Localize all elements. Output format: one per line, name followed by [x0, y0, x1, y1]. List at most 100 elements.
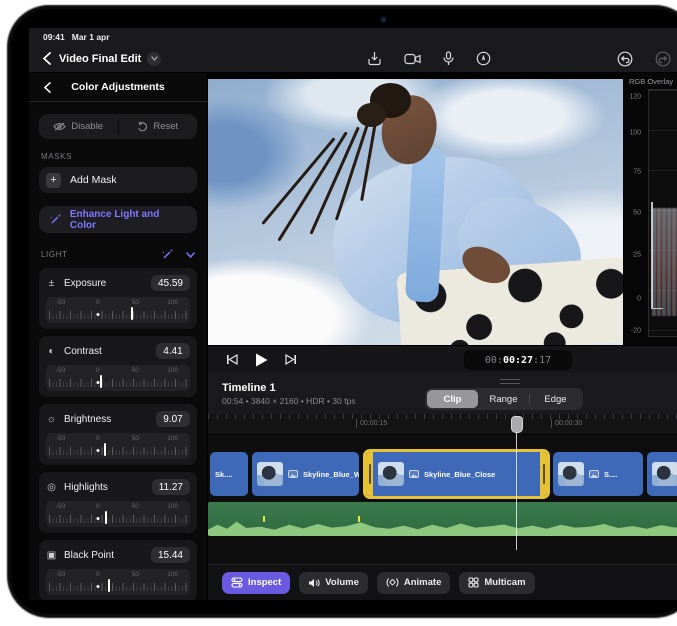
slider-handle[interactable]	[131, 307, 133, 320]
reset-button[interactable]: Reset	[119, 114, 198, 139]
add-mask-button[interactable]: + Add Mask	[39, 167, 197, 193]
timeline-drag-handle[interactable]	[500, 379, 520, 384]
audio-track[interactable]	[208, 502, 677, 536]
scope-title: RGB Overlay	[629, 77, 673, 86]
timeline-clip[interactable]: S....	[553, 452, 643, 496]
playhead[interactable]	[516, 416, 517, 550]
slider-handle[interactable]	[104, 443, 106, 456]
play-button[interactable]	[255, 353, 268, 367]
color-adjustments-panel: Color Adjustments Disable	[29, 73, 208, 600]
exposure-ruler[interactable]: -500 50100	[46, 297, 190, 323]
plus-icon: +	[46, 173, 61, 188]
transport-bar: 00:00:27:17	[208, 345, 677, 373]
scope-chart	[648, 89, 677, 337]
status-date: Mar 1 apr	[72, 32, 110, 42]
rgb-overlay-scope: RGB Overlay 120 100 75 50 25 0	[623, 73, 677, 345]
timeline-header: Timeline 1 00:54 • 3840 × 2160 • HDR • 3…	[208, 373, 677, 414]
contrast-slider: ◐ Contrast 4.41 -500 50100	[39, 336, 197, 397]
ipad-device-frame: 09:41 Mar 1 apr Video Final Edit	[7, 5, 677, 618]
playhead-handle[interactable]	[511, 416, 523, 433]
contrast-value[interactable]: 4.41	[156, 343, 190, 359]
video-subject	[208, 79, 623, 345]
inspect-button[interactable]: Inspect	[222, 572, 290, 594]
slider-handle[interactable]	[100, 375, 102, 388]
black-point-value[interactable]: 15.44	[151, 547, 190, 563]
timeline-clip-selected[interactable]: Skyline_Blue_Close	[366, 452, 547, 496]
eye-off-icon	[53, 122, 66, 131]
import-icon[interactable]	[367, 51, 382, 66]
contrast-ruler[interactable]: -500 50100	[46, 365, 190, 391]
add-mask-label: Add Mask	[70, 174, 117, 186]
enhance-light-color-button[interactable]: Enhance Light and Color	[39, 206, 197, 233]
trim-handle-left[interactable]	[366, 452, 373, 496]
multicam-button[interactable]: Multicam	[459, 572, 534, 594]
black-point-ruler[interactable]: -500 50100	[46, 569, 190, 595]
masks-section-label: MASKS	[41, 152, 197, 161]
back-button[interactable]	[39, 51, 55, 67]
photo-icon	[288, 470, 298, 478]
mode-edge[interactable]: Edge	[530, 390, 581, 408]
enhance-label: Enhance Light and Color	[70, 209, 187, 231]
project-menu-button[interactable]	[147, 52, 161, 66]
magic-wand-icon	[49, 213, 62, 226]
black-point-icon: ▣	[46, 550, 57, 561]
exposure-slider: ± Exposure 45.59 -500 50100	[39, 268, 197, 329]
timeline-footer: Inspect Volume Anima	[208, 564, 677, 600]
contrast-icon: ◐	[46, 346, 57, 357]
reset-icon	[137, 121, 148, 132]
slider-handle[interactable]	[105, 511, 107, 524]
black-point-slider: ▣ Black Point 15.44 -500 50100	[39, 540, 197, 600]
timeline-tracks-area[interactable]: 00:00:15 00:00:30 Sk.... Skyline_Blue_Wi…	[208, 414, 677, 564]
rgb-waveform	[652, 208, 677, 316]
status-time: 09:41	[43, 32, 65, 42]
brightness-icon: ☼	[46, 414, 57, 425]
video-track: Sk.... Skyline_Blue_Wide Skyline_Blue_Cl…	[208, 452, 677, 496]
panel-title: Color Adjustments	[29, 81, 207, 93]
ruler-label: 00:00:15	[356, 419, 387, 428]
trim-handle-right[interactable]	[540, 452, 547, 496]
skip-back-button[interactable]	[226, 354, 238, 365]
timeline-ruler[interactable]: 00:00:15 00:00:30	[208, 414, 677, 435]
project-title: Video Final Edit	[59, 53, 141, 65]
mode-clip[interactable]: Clip	[427, 390, 478, 408]
skip-forward-button[interactable]	[285, 354, 297, 365]
photo-icon	[409, 470, 419, 478]
light-section-label: LIGHT	[41, 250, 161, 259]
slider-handle[interactable]	[108, 579, 110, 592]
brightness-value[interactable]: 9.07	[156, 411, 190, 427]
status-bar: 09:41 Mar 1 apr	[29, 28, 677, 45]
highlights-slider: ◎ Highlights 11.27 -500 50100	[39, 472, 197, 533]
highlights-value[interactable]: 11.27	[152, 479, 190, 495]
microphone-icon[interactable]	[443, 51, 454, 66]
timecode-display[interactable]: 00:00:27:17	[464, 350, 572, 370]
mode-range[interactable]: Range	[478, 390, 529, 408]
exposure-value[interactable]: 45.59	[151, 275, 190, 291]
timeline-clip[interactable]: Sk....	[210, 452, 248, 496]
brightness-ruler[interactable]: -500 50100	[46, 433, 190, 459]
photo-icon	[589, 470, 599, 478]
panel-back-button[interactable]	[39, 79, 55, 95]
video-frame	[208, 79, 623, 345]
front-camera	[381, 17, 386, 22]
redo-icon[interactable]	[655, 51, 671, 67]
animate-button[interactable]: Animate	[377, 572, 450, 594]
keyframe-icon	[386, 577, 399, 588]
collapse-chevron-icon[interactable]	[186, 252, 195, 258]
video-preview[interactable]	[208, 73, 623, 345]
ruler-label: 00:00:30	[551, 419, 582, 428]
auto-enhance-icon[interactable]	[161, 248, 174, 261]
clip-thumbnail	[257, 462, 283, 486]
clip-thumbnail	[558, 462, 584, 486]
disable-button[interactable]: Disable	[39, 114, 118, 139]
timeline-clip[interactable]: Skyline_Blue_Wide	[252, 452, 359, 496]
undo-icon[interactable]	[617, 51, 633, 67]
camera-icon[interactable]	[404, 53, 421, 65]
volume-button[interactable]: Volume	[299, 572, 368, 594]
brightness-slider: ☼ Brightness 9.07 -500 50100	[39, 404, 197, 465]
disable-reset-group: Disable Reset	[39, 114, 197, 139]
timeline-clip[interactable]	[647, 452, 677, 496]
clip-thumbnail	[378, 462, 404, 486]
highlights-ruler[interactable]: -500 50100	[46, 501, 190, 527]
grid-icon	[468, 577, 479, 588]
annotate-icon[interactable]	[476, 51, 491, 66]
